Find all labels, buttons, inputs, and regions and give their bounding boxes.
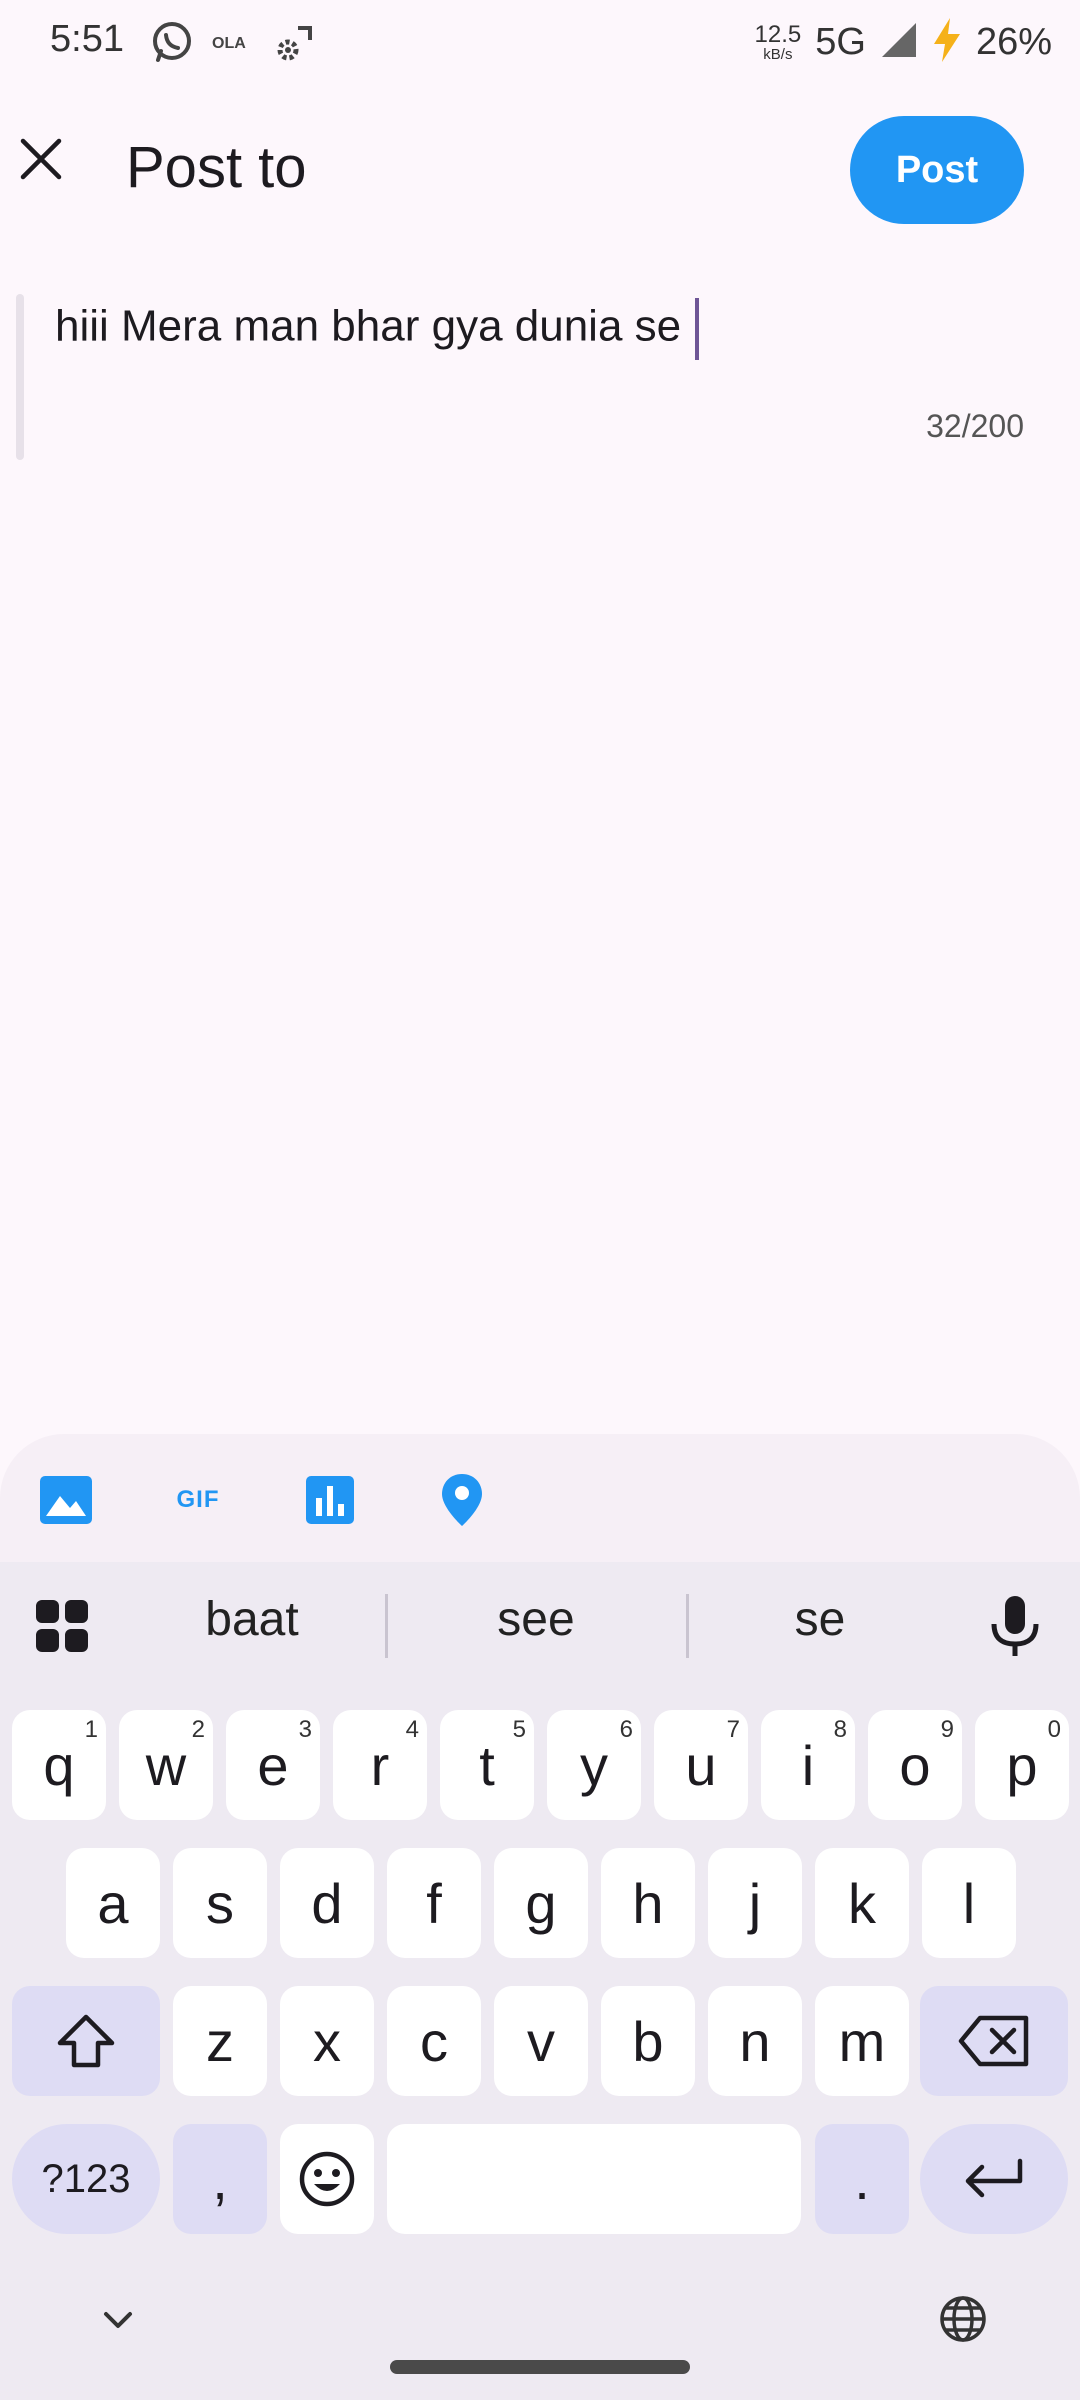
shift-key[interactable] — [12, 1986, 160, 2096]
image-icon — [40, 1476, 92, 1524]
location-pin-icon — [442, 1474, 482, 1526]
page-title: Post to — [126, 135, 307, 200]
close-icon — [20, 138, 62, 180]
suggestion-strip: baat see se — [0, 1562, 1080, 1690]
voice-input-button[interactable] — [986, 1594, 1044, 1658]
enter-key[interactable] — [920, 2124, 1068, 2234]
key-e[interactable]: e3 — [226, 1710, 320, 1820]
suggestion-divider — [686, 1594, 689, 1658]
post-text-value: hiii Mera man bhar gya dunia se — [55, 298, 700, 360]
poll-chart-icon — [306, 1476, 354, 1524]
suggestion-1[interactable]: baat — [132, 1592, 372, 1647]
key-d[interactable]: d — [280, 1848, 374, 1958]
key-f[interactable]: f — [387, 1848, 481, 1958]
whatsapp-icon — [150, 20, 194, 69]
key-i[interactable]: i8 — [761, 1710, 855, 1820]
suggestion-divider — [385, 1594, 388, 1658]
backspace-key[interactable] — [920, 1986, 1068, 2096]
key-y[interactable]: y6 — [547, 1710, 641, 1820]
key-a[interactable]: a — [66, 1848, 160, 1958]
signal-icon — [880, 21, 918, 64]
language-switch-button[interactable] — [938, 2294, 988, 2344]
emoji-icon — [299, 2151, 355, 2207]
key-w[interactable]: w2 — [119, 1710, 213, 1820]
ola-icon: OLA — [212, 32, 252, 57]
app-header: Post to Post — [0, 100, 1080, 240]
key-p[interactable]: p0 — [975, 1710, 1069, 1820]
emoji-key[interactable] — [280, 2124, 374, 2234]
text-caret — [695, 298, 700, 360]
character-counter: 32/200 — [926, 408, 1024, 444]
globe-icon — [940, 2296, 986, 2342]
status-time: 5:51 — [50, 18, 124, 60]
microphone-icon — [991, 1596, 1039, 1656]
status-bar: 5:51 OLA 12.5 kB/s 5G 26% — [0, 0, 1080, 86]
add-location-button[interactable] — [432, 1470, 492, 1530]
space-key[interactable] — [387, 2124, 801, 2234]
key-q[interactable]: q1 — [12, 1710, 106, 1820]
add-gif-button[interactable]: GIF — [166, 1470, 230, 1530]
key-j[interactable]: j — [708, 1848, 802, 1958]
backspace-icon — [958, 2015, 1029, 2067]
hide-keyboard-button[interactable] — [96, 2306, 140, 2336]
enter-arrow-icon — [965, 2158, 1023, 2198]
close-button[interactable] — [10, 128, 72, 190]
key-z[interactable]: z — [173, 1986, 267, 2096]
composer-indent-bar — [16, 294, 24, 460]
key-k[interactable]: k — [815, 1848, 909, 1958]
net-speed: 12.5 kB/s — [754, 20, 802, 63]
key-c[interactable]: c — [387, 1986, 481, 2096]
shift-arrow-icon — [57, 2014, 115, 2068]
svg-text:OLA: OLA — [212, 35, 246, 52]
key-o[interactable]: o9 — [868, 1710, 962, 1820]
apps-grid-icon[interactable] — [34, 1598, 90, 1654]
key-g[interactable]: g — [494, 1848, 588, 1958]
post-text-field[interactable]: hiii Mera man bhar gya dunia se 32/200 — [16, 290, 1064, 460]
key-l[interactable]: l — [922, 1848, 1016, 1958]
gif-icon: GIF — [176, 1486, 220, 1513]
suggestion-2[interactable]: see — [416, 1592, 656, 1647]
add-poll-button[interactable] — [300, 1470, 360, 1530]
gesture-handle[interactable] — [390, 2360, 690, 2374]
key-v[interactable]: v — [494, 1986, 588, 2096]
battery-level: 26% — [975, 20, 1052, 63]
attachment-toolbar: GIF — [0, 1434, 1080, 1562]
symbols-key[interactable]: ?123 — [12, 2124, 160, 2234]
chevron-down-icon — [104, 2312, 132, 2328]
key-n[interactable]: n — [708, 1986, 802, 2096]
key-t[interactable]: t5 — [440, 1710, 534, 1820]
charging-icon — [932, 17, 962, 67]
add-image-button[interactable] — [36, 1470, 96, 1530]
period-key[interactable]: . — [815, 2124, 909, 2234]
key-r[interactable]: r4 — [333, 1710, 427, 1820]
key-m[interactable]: m — [815, 1986, 909, 2096]
network-type: 5G — [815, 20, 866, 63]
key-h[interactable]: h — [601, 1848, 695, 1958]
post-button[interactable]: Post — [850, 116, 1024, 224]
comma-key[interactable]: , — [173, 2124, 267, 2234]
key-b[interactable]: b — [601, 1986, 695, 2096]
key-x[interactable]: x — [280, 1986, 374, 2096]
system-nav-bar — [0, 2250, 1080, 2400]
suggestion-3[interactable]: se — [700, 1592, 940, 1647]
key-s[interactable]: s — [173, 1848, 267, 1958]
key-u[interactable]: u7 — [654, 1710, 748, 1820]
settings-sync-icon — [274, 24, 314, 69]
